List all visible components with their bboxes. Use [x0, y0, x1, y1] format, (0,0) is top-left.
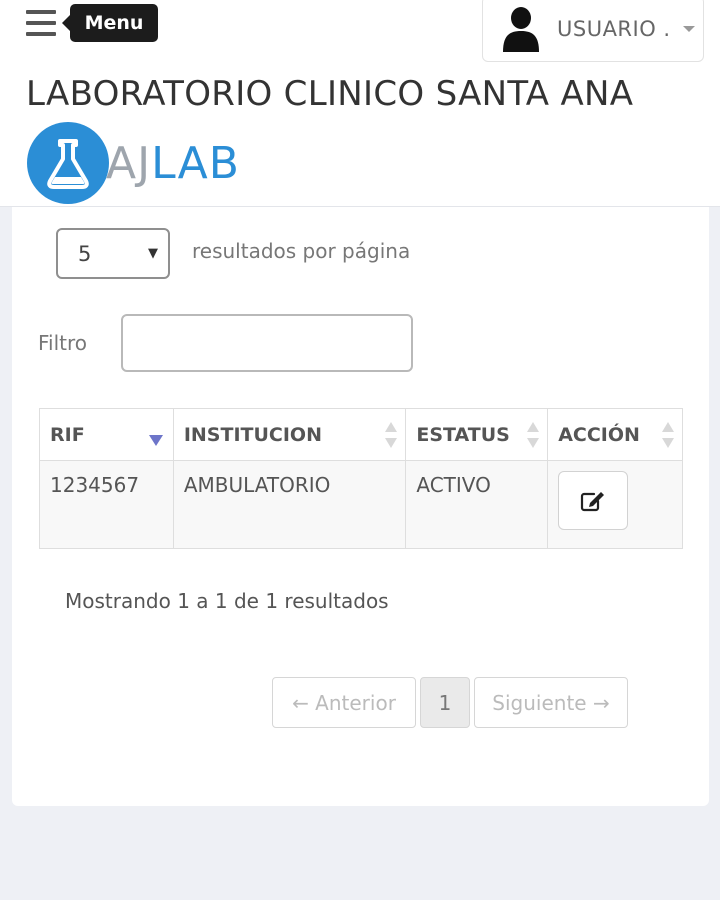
sort-icon — [385, 421, 398, 448]
cell-rif: 1234567 — [39, 460, 174, 549]
user-name: USUARIO . — [557, 17, 671, 41]
page-title: LABORATORIO CLINICO SANTA ANA — [26, 74, 634, 114]
column-label: RIF — [50, 423, 85, 446]
sort-icon — [527, 421, 540, 448]
page-button-current[interactable]: 1 — [420, 677, 470, 728]
table-info: Mostrando 1 a 1 de 1 resultados — [65, 589, 389, 613]
column-header-estatus[interactable]: ESTATUS — [405, 408, 549, 461]
user-dropdown[interactable]: USUARIO . — [482, 0, 704, 62]
logo-text-lab: LAB — [151, 137, 240, 189]
page-length-select[interactable]: 5 ▼ — [56, 228, 170, 279]
previous-page-button[interactable]: ← Anterior — [272, 677, 416, 728]
caret-down-icon — [682, 26, 695, 32]
column-header-accion[interactable]: ACCIÓN — [547, 408, 683, 461]
cell-institucion: AMBULATORIO — [172, 460, 407, 549]
flask-icon — [27, 122, 109, 204]
cell-accion — [547, 460, 683, 549]
sort-icon — [662, 421, 674, 448]
column-label: INSTITUCION — [183, 423, 322, 446]
column-header-rif[interactable]: RIF — [39, 408, 174, 461]
cell-estatus: ACTIVO — [405, 460, 549, 549]
results-table: RIF INSTITUCION ESTATUS ACCIÓN 1234567 A… — [39, 408, 683, 549]
page-length-label: resultados por página — [192, 239, 411, 263]
table-row: 1234567 AMBULATORIO ACTIVO — [39, 460, 683, 549]
page-length-value: 5 — [78, 241, 92, 266]
hamburger-menu-icon[interactable] — [26, 10, 56, 36]
filter-input[interactable] — [121, 314, 413, 372]
content-panel: 5 ▼ resultados por página Filtro RIF INS… — [12, 207, 709, 806]
column-header-institucion[interactable]: INSTITUCION — [172, 408, 407, 461]
edit-icon — [581, 491, 605, 511]
ajlab-logo: AJ LAB — [26, 121, 240, 205]
column-label: ACCIÓN — [558, 423, 640, 446]
dropdown-arrow-icon: ▼ — [148, 246, 158, 261]
menu-tooltip: Menu — [62, 4, 158, 42]
next-page-button[interactable]: Siguiente → — [474, 677, 628, 728]
filter-label: Filtro — [38, 331, 88, 355]
edit-button[interactable] — [558, 471, 629, 530]
user-icon — [503, 7, 539, 52]
logo-text-aj: AJ — [106, 137, 152, 189]
sort-desc-icon — [148, 435, 163, 446]
column-label: ESTATUS — [416, 423, 510, 446]
app-header: Menu USUARIO . LABORATORIO CLINICO SANTA… — [0, 0, 720, 207]
table-header-row: RIF INSTITUCION ESTATUS ACCIÓN — [39, 408, 683, 461]
